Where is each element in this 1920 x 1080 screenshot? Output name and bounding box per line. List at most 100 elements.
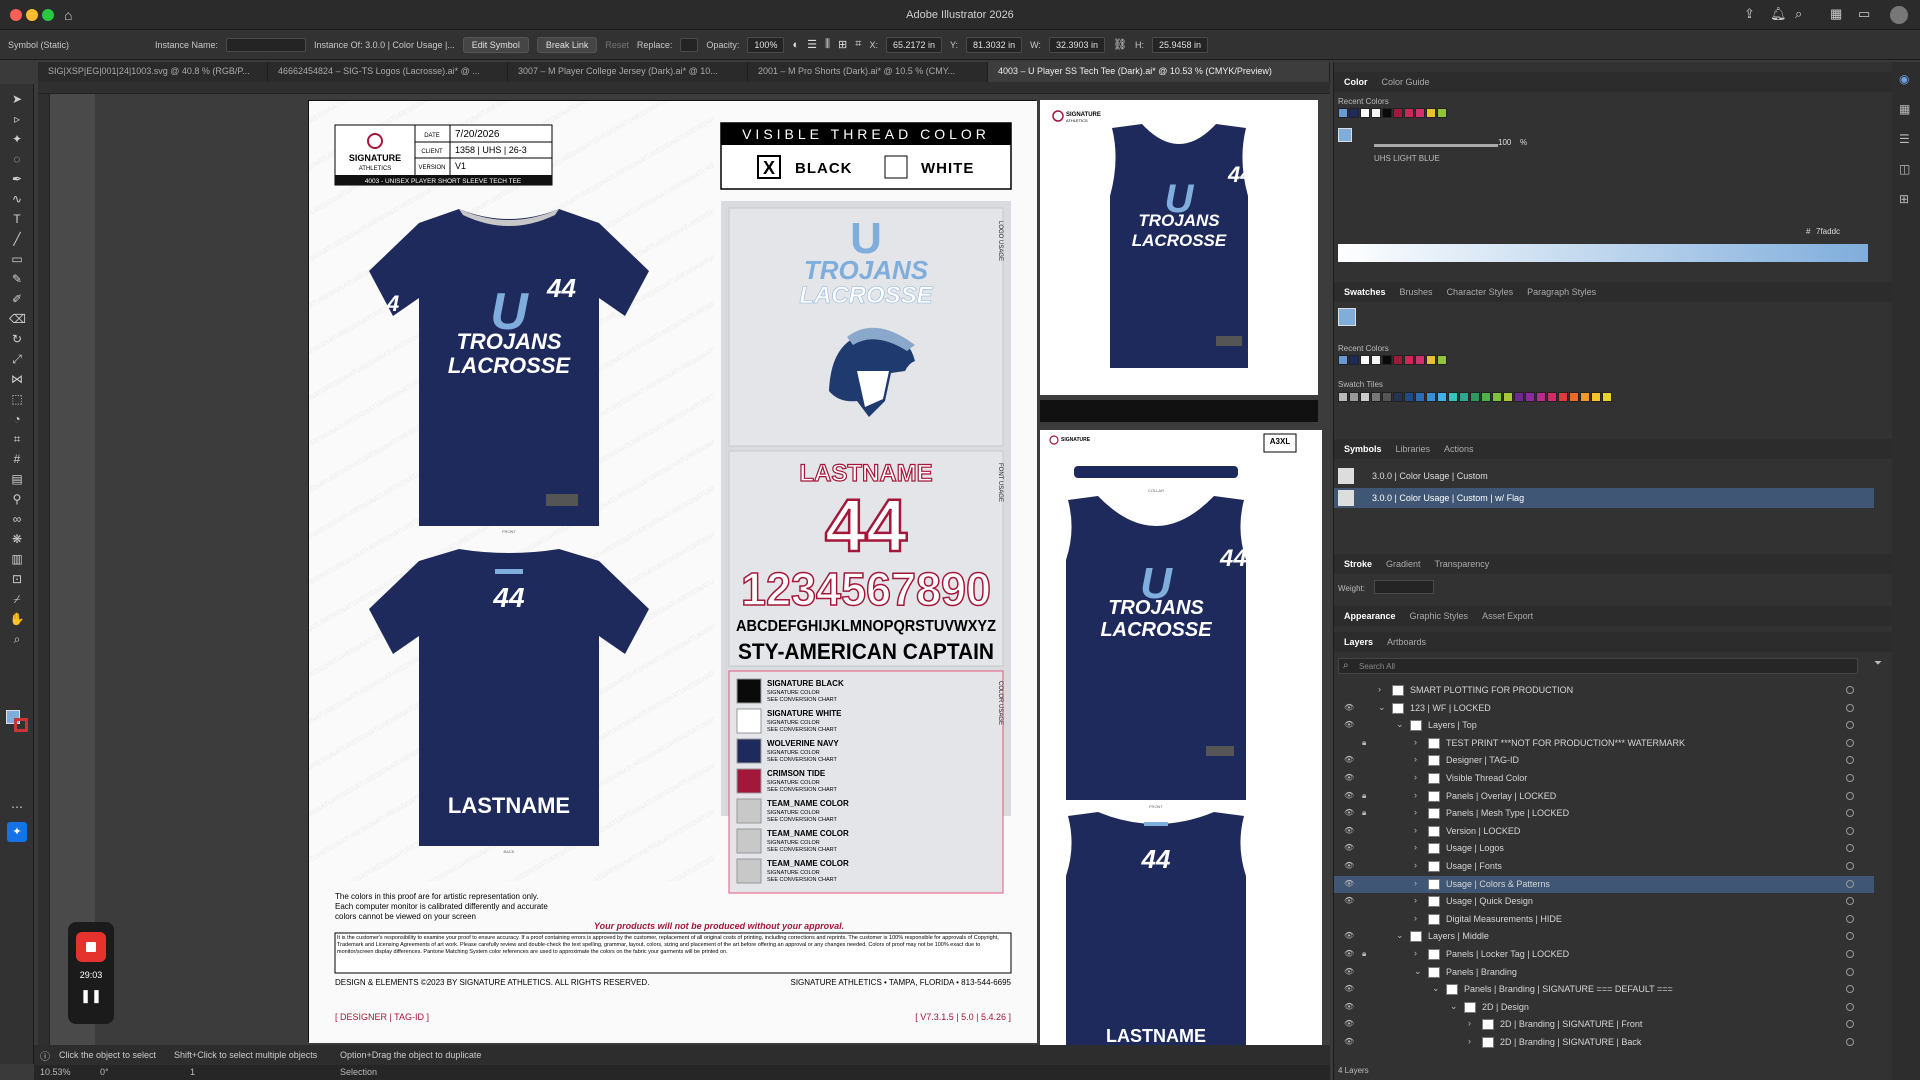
rotation-value[interactable]: 0°: [100, 1067, 109, 1077]
tab-document-1[interactable]: SIG|XSP|EG|001|24|1003.svg @ 40.8 % (RGB…: [38, 62, 268, 82]
lock-icon[interactable]: 🔒︎: [1362, 738, 1366, 748]
color-swatch[interactable]: [1437, 392, 1447, 402]
selection-tool-icon[interactable]: ➤: [9, 92, 25, 106]
shaper-tool-icon[interactable]: ✐: [9, 292, 25, 306]
color-swatch[interactable]: [1602, 392, 1612, 402]
help-icon[interactable]: ⓘ: [40, 1048, 50, 1063]
expand-chevron-icon[interactable]: ›: [1414, 737, 1417, 747]
break-link-button[interactable]: Break Link: [536, 36, 598, 53]
tab-gradient[interactable]: Gradient: [1386, 559, 1421, 569]
pen-tool-icon[interactable]: ✒: [9, 172, 25, 186]
lasso-tool-icon[interactable]: ◌: [9, 152, 25, 166]
visibility-eye-icon[interactable]: 👁︎: [1344, 791, 1354, 800]
layer-row[interactable]: 👁︎ 🔒︎ › Panels | Locker Tag | LOCKED: [1334, 946, 1874, 963]
direct-selection-tool-icon[interactable]: ▹: [9, 112, 25, 126]
tab-asset-export[interactable]: Asset Export: [1482, 611, 1533, 621]
close-window-button[interactable]: [10, 9, 22, 21]
color-swatch[interactable]: [1404, 392, 1414, 402]
reset-button[interactable]: Reset: [605, 40, 629, 50]
color-swatch[interactable]: [1382, 392, 1392, 402]
color-swatch[interactable]: [1569, 392, 1579, 402]
link-proportions-icon[interactable]: ⛓: [1113, 38, 1127, 51]
scale-tool-icon[interactable]: ⤢: [9, 352, 25, 366]
target-circle-icon[interactable]: [1846, 862, 1854, 870]
layer-row[interactable]: 👁︎ › Usage | Fonts: [1334, 858, 1874, 875]
tab-character-styles[interactable]: Character Styles: [1447, 287, 1514, 297]
zoom-tool-icon[interactable]: ⌕: [9, 632, 25, 646]
target-circle-icon[interactable]: [1846, 985, 1854, 994]
weight-field[interactable]: [1374, 580, 1434, 594]
shape-builder-tool-icon[interactable]: ◔: [9, 412, 25, 426]
expand-chevron-icon[interactable]: ›: [1414, 842, 1417, 852]
color-swatch[interactable]: [1382, 355, 1392, 365]
target-circle-icon[interactable]: [1846, 738, 1854, 747]
slice-tool-icon[interactable]: ⌿: [9, 592, 25, 606]
symbol-item-1[interactable]: 3.0.0 | Color Usage | Custom: [1334, 466, 1874, 486]
target-circle-icon[interactable]: [1846, 703, 1854, 712]
fill-swatch[interactable]: [1338, 128, 1352, 142]
recolor-icon[interactable]: ◐: [792, 39, 799, 51]
layer-row[interactable]: 👁︎ › Designer | TAG-ID: [1334, 752, 1874, 769]
tab-color[interactable]: Color: [1344, 77, 1368, 87]
tab-document-4[interactable]: 2001 – M Pro Shorts (Dark).ai* @ 10.5 % …: [748, 62, 988, 82]
tab-document-2[interactable]: 46662454824 – SIG-TS Logos (Lacrosse).ai…: [268, 62, 508, 82]
graph-tool-icon[interactable]: ▥: [9, 552, 25, 566]
tint-slider[interactable]: [1374, 144, 1498, 147]
expand-chevron-icon[interactable]: ›: [1414, 772, 1417, 782]
visibility-eye-icon[interactable]: 👁︎: [1344, 755, 1354, 764]
tab-color-guide[interactable]: Color Guide: [1382, 77, 1430, 87]
tab-document-active[interactable]: 4003 – U Player SS Tech Tee (Dark).ai* @…: [988, 62, 1330, 82]
color-swatch[interactable]: [1426, 392, 1436, 402]
target-circle-icon[interactable]: [1846, 686, 1854, 694]
visibility-eye-icon[interactable]: 👁︎: [1344, 984, 1354, 993]
tab-layers[interactable]: Layers: [1344, 637, 1373, 647]
target-circle-icon[interactable]: [1846, 809, 1854, 818]
share-icon[interactable]: ⇪: [1744, 6, 1755, 22]
color-swatch[interactable]: [1415, 108, 1425, 118]
transform-icon[interactable]: ⌗: [855, 38, 861, 51]
target-circle-icon[interactable]: [1846, 756, 1854, 765]
expand-chevron-icon[interactable]: ›: [1378, 684, 1381, 694]
y-field[interactable]: 81.3032 in: [966, 36, 1023, 53]
color-swatch[interactable]: [1481, 392, 1491, 402]
target-circle-icon[interactable]: [1846, 721, 1854, 730]
expand-chevron-icon[interactable]: ›: [1414, 754, 1417, 764]
expand-chevron-icon[interactable]: ›: [1468, 1018, 1471, 1028]
expand-chevron-icon[interactable]: ›: [1414, 895, 1417, 905]
expand-chevron-icon[interactable]: ⌄: [1378, 702, 1386, 713]
color-swatch[interactable]: [1426, 355, 1436, 365]
color-swatch[interactable]: [1470, 392, 1480, 402]
tab-artboards[interactable]: Artboards: [1387, 637, 1426, 647]
target-circle-icon[interactable]: [1846, 932, 1854, 941]
rectangle-tool-icon[interactable]: ▭: [9, 252, 25, 266]
color-swatch[interactable]: [1525, 392, 1535, 402]
tab-brushes[interactable]: Brushes: [1400, 287, 1433, 297]
color-swatch[interactable]: [1338, 355, 1348, 365]
layer-row[interactable]: 👁︎ ⌄ 123 | WF | LOCKED: [1334, 700, 1874, 717]
notifications-icon[interactable]: 🔔︎: [1770, 6, 1787, 22]
search-icon[interactable]: ⌕: [1795, 6, 1802, 22]
color-swatch[interactable]: [1382, 108, 1392, 118]
curvature-tool-icon[interactable]: ∿: [9, 192, 25, 206]
expand-chevron-icon[interactable]: ›: [1414, 860, 1417, 870]
color-swatch[interactable]: [1360, 108, 1370, 118]
expand-chevron-icon[interactable]: ›: [1414, 807, 1417, 817]
layer-row[interactable]: 👁︎ › 2D | Branding | SIGNATURE | Front: [1334, 1016, 1874, 1033]
visibility-eye-icon[interactable]: 👁︎: [1344, 826, 1354, 835]
visibility-eye-icon[interactable]: 👁︎: [1344, 843, 1354, 852]
align-panel-icon[interactable]: ⊞: [1899, 192, 1909, 206]
layer-row[interactable]: 👁︎ ⌄ Layers | Top: [1334, 717, 1874, 734]
layer-row[interactable]: 👁︎ ⌄ Layers | Middle: [1334, 928, 1874, 945]
expand-chevron-icon[interactable]: ›: [1468, 1036, 1471, 1046]
artboard-tool-icon[interactable]: ⊡: [9, 572, 25, 586]
mesh-tool-icon[interactable]: #: [9, 452, 25, 466]
pause-icon[interactable]: ❚❚: [68, 988, 114, 1004]
more-tools-icon[interactable]: ⋯: [9, 800, 25, 814]
color-swatch[interactable]: [1360, 392, 1370, 402]
align-center-icon[interactable]: ⊞: [838, 38, 847, 51]
type-tool-icon[interactable]: T: [9, 212, 25, 226]
visibility-eye-icon[interactable]: 👁︎: [1344, 1019, 1354, 1028]
visibility-eye-icon[interactable]: 👁︎: [1344, 773, 1354, 782]
layer-row[interactable]: › Digital Measurements | HIDE: [1334, 911, 1874, 928]
visibility-eye-icon[interactable]: 👁︎: [1344, 896, 1354, 905]
